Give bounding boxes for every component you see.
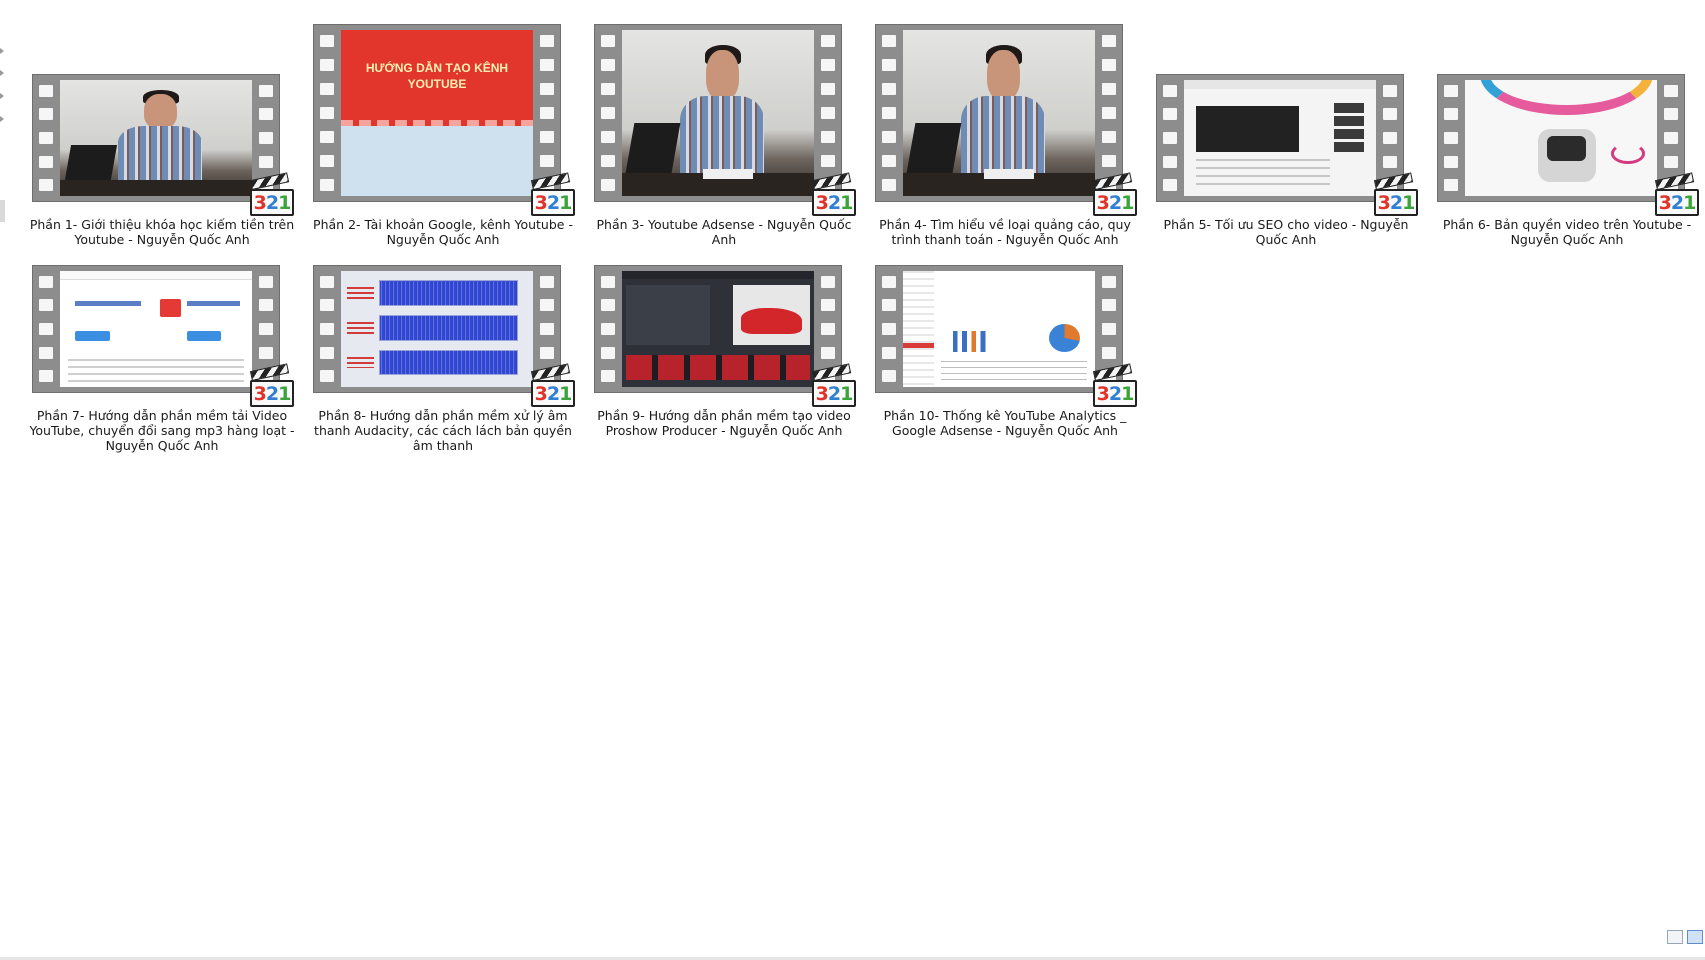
- media-player-classic-321-icon: 321: [1373, 172, 1418, 216]
- file-item[interactable]: 321 Phần 1- Giới thiệu khóa học kiếm tiề…: [26, 24, 298, 247]
- video-frame-presenter: [903, 30, 1095, 196]
- media-player-classic-321-icon: 321: [811, 363, 856, 407]
- file-thumbnail[interactable]: 321: [869, 215, 1141, 407]
- video-frame-robot: [1465, 80, 1657, 196]
- file-thumbnail[interactable]: 321: [588, 24, 860, 216]
- film-strip-frame: [875, 265, 1123, 393]
- file-item[interactable]: 321 Phần 9- Hướng dẫn phần mềm tạo video…: [588, 215, 860, 438]
- expand-arrow-icon[interactable]: [0, 48, 4, 54]
- file-name[interactable]: Phần 6- Bản quyền video trên Youtube - N…: [1431, 217, 1703, 247]
- media-player-classic-321-icon: 321: [1092, 172, 1137, 216]
- file-name[interactable]: Phần 7- Hướng dẫn phần mềm tải Video You…: [26, 408, 298, 453]
- file-thumbnail[interactable]: 321: [588, 215, 860, 407]
- details-view-icon[interactable]: [1667, 930, 1683, 944]
- media-player-classic-321-icon: 321: [1654, 172, 1699, 216]
- file-thumbnail[interactable]: 321: [26, 215, 298, 407]
- film-strip-frame: [594, 265, 842, 393]
- video-frame-analytics: [903, 271, 1095, 387]
- media-player-classic-321-icon: 321: [249, 172, 294, 216]
- file-item[interactable]: 321 Phần 6- Bản quyền video trên Youtube…: [1431, 24, 1703, 247]
- film-strip-frame: [1437, 74, 1685, 202]
- file-name[interactable]: Phần 8- Hướng dẫn phần mềm xử lý âm than…: [307, 408, 579, 453]
- film-strip-frame: [875, 24, 1123, 202]
- view-mode-switcher: [1665, 930, 1705, 946]
- file-thumbnail[interactable]: 321: [307, 215, 579, 407]
- file-explorer-window: 321 Phần 1- Giới thiệu khóa học kiếm tiề…: [0, 0, 1705, 960]
- file-thumbnail[interactable]: HƯỚNG DẪN TẠO KÊNH YOUTUBE 321: [307, 24, 579, 216]
- video-frame-presenter: [622, 30, 814, 196]
- film-strip-frame: [32, 74, 280, 202]
- navigation-pane-edge[interactable]: [0, 0, 8, 960]
- file-item[interactable]: 321 Phần 3- Youtube Adsense - Nguyễn Quố…: [588, 24, 860, 247]
- media-player-classic-321-icon: 321: [530, 363, 575, 407]
- file-name[interactable]: Phần 5- Tối ưu SEO cho video - Nguyễn Qu…: [1150, 217, 1422, 247]
- video-frame-proshow: [622, 271, 814, 387]
- file-item[interactable]: 321 Phần 7- Hướng dẫn phần mềm tải Video…: [26, 215, 298, 453]
- film-strip-frame: [594, 24, 842, 202]
- film-strip-frame: [32, 265, 280, 393]
- video-frame-presenter: [60, 80, 252, 196]
- file-thumbnail[interactable]: 321: [26, 24, 298, 216]
- expand-arrow-icon[interactable]: [0, 116, 4, 122]
- nav-scrollbar-thumb[interactable]: [0, 200, 5, 222]
- file-name[interactable]: Phần 10- Thống kê YouTube Analytics _ Go…: [869, 408, 1141, 438]
- file-thumbnail[interactable]: 321: [1150, 24, 1422, 216]
- file-list: 321 Phần 1- Giới thiệu khóa học kiếm tiề…: [26, 0, 1705, 940]
- file-item[interactable]: 321 Phần 5- Tối ưu SEO cho video - Nguyễ…: [1150, 24, 1422, 247]
- film-strip-frame: [1156, 74, 1404, 202]
- film-strip-frame: HƯỚNG DẪN TẠO KÊNH YOUTUBE: [313, 24, 561, 202]
- expand-arrow-icon[interactable]: [0, 70, 4, 76]
- file-thumbnail[interactable]: 321: [1431, 24, 1703, 216]
- video-frame-title-card: HƯỚNG DẪN TẠO KÊNH YOUTUBE: [341, 30, 533, 196]
- video-frame-converter-site: [60, 271, 252, 387]
- file-name[interactable]: Phần 9- Hướng dẫn phần mềm tạo video Pro…: [588, 408, 860, 438]
- film-strip-frame: [313, 265, 561, 393]
- media-player-classic-321-icon: 321: [530, 172, 575, 216]
- file-thumbnail[interactable]: 321: [869, 24, 1141, 216]
- file-item[interactable]: 321 Phần 10- Thống kê YouTube Analytics …: [869, 215, 1141, 438]
- file-item[interactable]: 321 Phần 4- Tìm hiểu về loại quảng cáo, …: [869, 24, 1141, 247]
- media-player-classic-321-icon: 321: [811, 172, 856, 216]
- media-player-classic-321-icon: 321: [249, 363, 294, 407]
- file-item[interactable]: HƯỚNG DẪN TẠO KÊNH YOUTUBE 321 Phần 2- T…: [307, 24, 579, 247]
- file-item[interactable]: 321 Phần 8- Hướng dẫn phần mềm xử lý âm …: [307, 215, 579, 453]
- thumbnail-title-text: HƯỚNG DẪN TẠO KÊNH YOUTUBE: [365, 60, 509, 91]
- video-frame-youtube-page: [1184, 80, 1376, 196]
- media-player-classic-321-icon: 321: [1092, 363, 1137, 407]
- video-frame-audio-waveform: [341, 271, 533, 387]
- large-icons-view-icon[interactable]: [1687, 930, 1703, 944]
- expand-arrow-icon[interactable]: [0, 93, 4, 99]
